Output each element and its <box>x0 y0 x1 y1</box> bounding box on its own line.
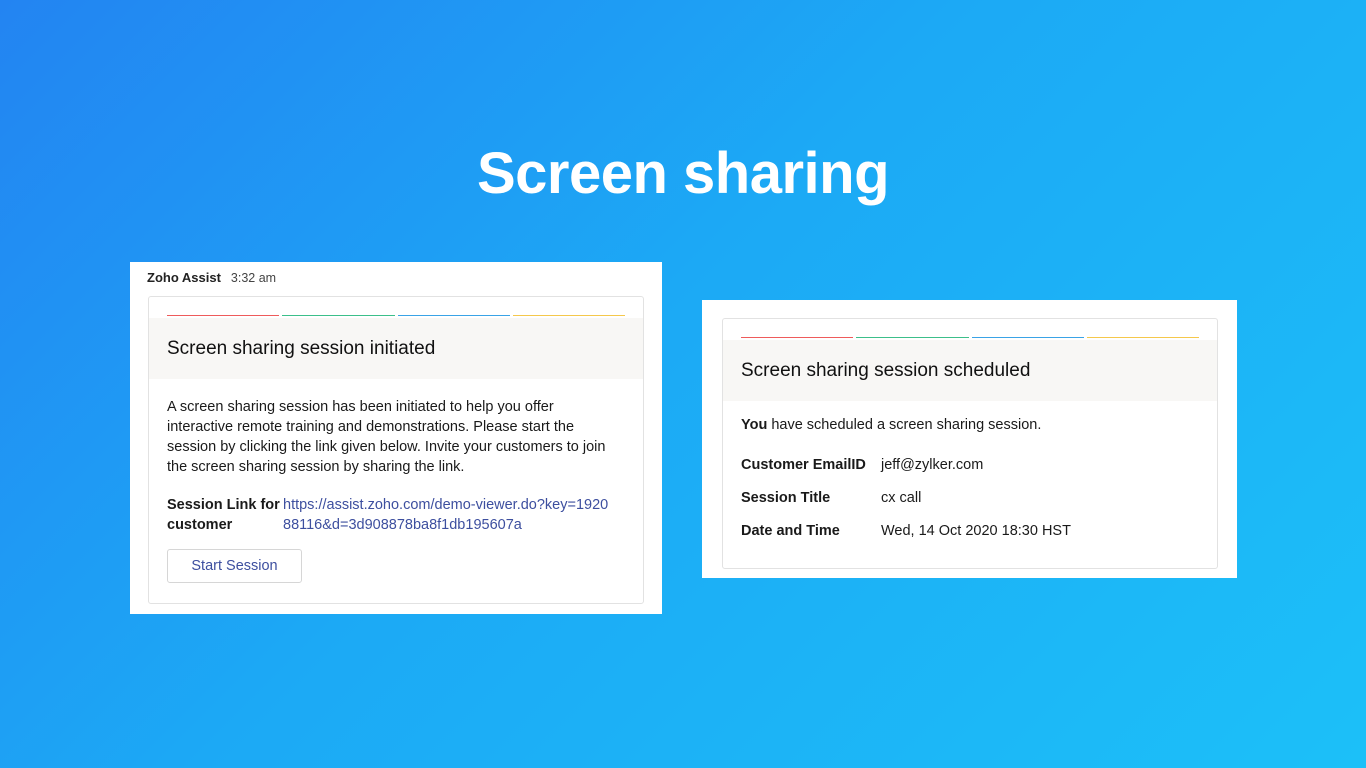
detail-label: Customer EmailID <box>741 457 866 473</box>
session-description: A screen sharing session has been initia… <box>167 399 606 475</box>
detail-value: cx call <box>881 490 922 506</box>
color-bar <box>723 319 1217 340</box>
color-bar-blue <box>971 337 1084 338</box>
detail-row-title: Session Title cx call <box>741 490 1199 506</box>
message-header: Zoho Assist 3:32 am <box>147 270 276 285</box>
color-bar-yellow <box>512 315 625 316</box>
session-link-label: Session Link for customer <box>167 497 280 533</box>
initiated-message-panel: Zoho Assist 3:32 am Screen sharing sessi… <box>130 262 662 614</box>
card-header: Screen sharing session scheduled <box>723 340 1217 401</box>
page-title: Screen sharing <box>476 141 890 206</box>
detail-label: Session Title <box>741 490 831 506</box>
color-bar-red <box>167 315 280 316</box>
detail-value: Wed, 14 Oct 2020 18:30 HST <box>881 523 1071 539</box>
session-scheduled-card: Screen sharing session scheduled You hav… <box>722 318 1218 569</box>
detail-value: jeff@zylker.com <box>881 457 984 473</box>
intro-rest: have scheduled a screen sharing session. <box>767 417 1042 433</box>
color-bar-green <box>282 315 395 316</box>
card-title: Screen sharing session scheduled <box>741 359 1031 381</box>
session-link[interactable]: https://assist.zoho.com/demo-viewer.do?k… <box>283 495 613 535</box>
scheduled-message-panel: Screen sharing session scheduled You hav… <box>702 300 1237 578</box>
color-bar-green <box>856 337 969 338</box>
intro-bold: You <box>741 417 768 433</box>
card-body: A screen sharing session has been initia… <box>149 379 643 583</box>
session-initiated-card: Screen sharing session initiated A scree… <box>148 296 644 604</box>
card-header: Screen sharing session initiated <box>149 318 643 379</box>
color-bar-yellow <box>1086 337 1199 338</box>
card-body: You have scheduled a screen sharing sess… <box>723 401 1217 539</box>
message-time: 3:32 am <box>230 271 277 285</box>
detail-row-datetime: Date and Time Wed, 14 Oct 2020 18:30 HST <box>741 523 1199 539</box>
schedule-intro: You have scheduled a screen sharing sess… <box>741 417 1199 433</box>
sender-name[interactable]: Zoho Assist <box>147 270 221 285</box>
start-session-button[interactable]: Start Session <box>167 549 302 583</box>
detail-label: Date and Time <box>741 523 840 539</box>
session-link-row: Session Link for customer https://assist… <box>167 495 625 535</box>
color-bar-red <box>741 337 854 338</box>
color-bar-blue <box>397 315 510 316</box>
detail-row-email: Customer EmailID jeff@zylker.com <box>741 457 1199 473</box>
color-bar <box>149 297 643 318</box>
card-title: Screen sharing session initiated <box>167 337 436 359</box>
